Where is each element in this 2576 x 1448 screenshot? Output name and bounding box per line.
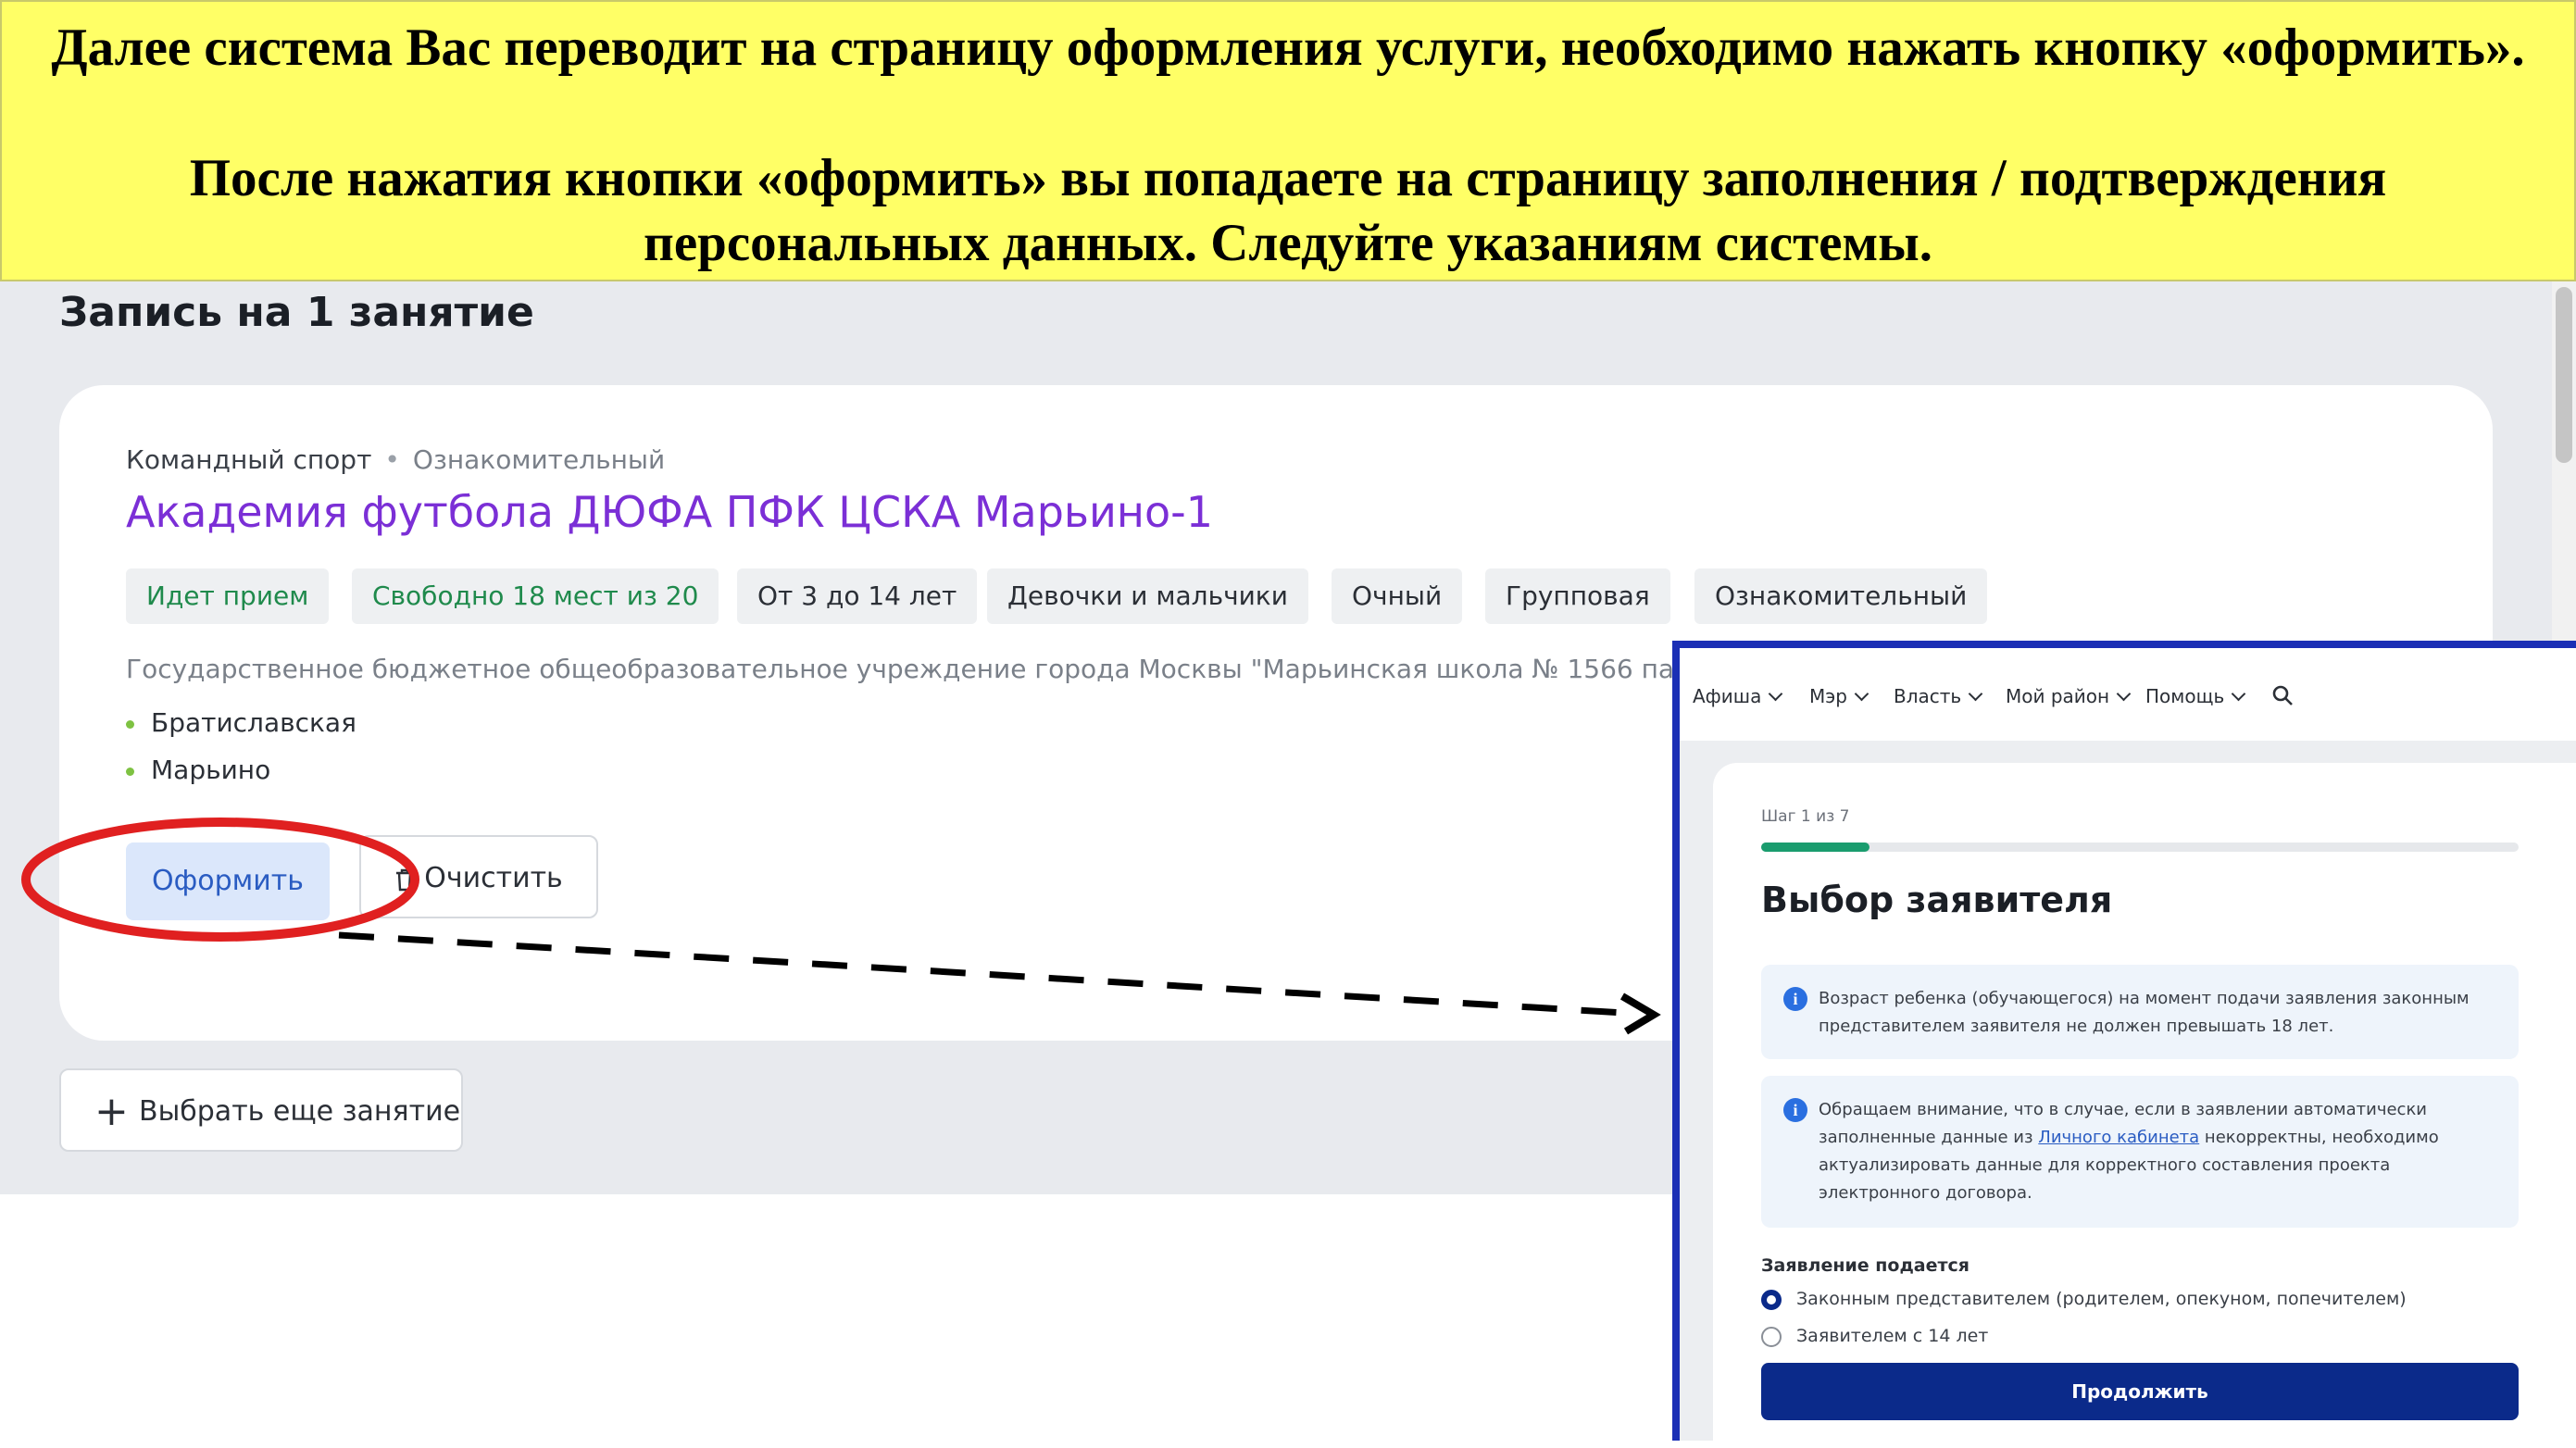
form-heading: Выбор заявителя [1761,880,2113,920]
activity-category: Командный спорт [126,444,372,475]
metro-bullet-icon [126,767,134,776]
tag-intro: Ознакомительный [1694,568,1988,624]
plus-icon: + [94,1088,129,1135]
meta-separator: • [384,444,400,475]
radio-option-applicant-14[interactable]: Заявителем с 14 лет [1761,1326,1988,1347]
organization-name: Государственное бюджетное общеобразовате… [126,654,1672,684]
info-box-data: i Обращаем внимание, что в случае, если … [1761,1076,2519,1228]
page-title: Запись на 1 занятие [59,289,534,336]
metro-station-name: Марьино [151,755,271,785]
next-step-screenshot: Афиша Мэр Власть Мой район Помощь Шаг 1 … [1672,641,2576,1448]
activity-meta: Командный спорт • Ознакомительный [126,444,665,475]
instruction-line-2: После нажатия кнопки «оформить» вы попад… [189,149,2387,272]
submit-application-button[interactable]: Оформить [126,843,330,920]
radio-option-legal-representative[interactable]: Законным представителем (родителем, опек… [1761,1289,2407,1310]
metro-station-name: Братиславская [151,707,356,738]
clear-button-label: Очистить [424,862,563,894]
trash-icon [396,868,414,891]
info-icon: i [1783,1098,1807,1122]
personal-account-link[interactable]: Личного кабинета [2038,1128,2199,1147]
tag-group: Групповая [1485,568,1670,624]
scrollbar-thumb[interactable] [2556,287,2572,463]
nav-item-label: Афиша [1693,685,1762,707]
info-age-text: Возраст ребенка (обучающегося) на момент… [1819,989,2470,1036]
radio-option-label: Законным представителем (родителем, опек… [1796,1289,2407,1309]
continue-button[interactable]: Продолжить [1761,1363,2519,1420]
info-box-age: i Возраст ребенка (обучающегося) на моме… [1761,965,2519,1059]
nav-item-mayor[interactable]: Мэр [1809,685,1869,707]
instruction-banner: Далее система Вас переводит на страницу … [0,0,2576,281]
nav-item-help[interactable]: Помощь [2145,685,2246,707]
info-icon: i [1783,987,1807,1011]
step-progress-bar [1761,843,2519,852]
chevron-down-icon [1769,686,1783,702]
nav-item-afisha[interactable]: Афиша [1693,685,1783,707]
search-icon[interactable] [2270,683,2295,707]
metro-station: Марьино [126,755,270,785]
step-indicator: Шаг 1 из 7 [1761,807,1850,826]
step-progress-fill [1761,843,1869,852]
metro-station: Братиславская [126,707,356,738]
nav-item-my-district[interactable]: Мой район [2006,685,2132,707]
chevron-down-icon [2116,686,2132,702]
nav-item-label: Власть [1894,685,1962,707]
nav-item-government[interactable]: Власть [1894,685,1983,707]
chevron-down-icon [1854,686,1869,702]
instruction-line-1: Далее система Вас переводит на страницу … [51,19,2525,77]
chevron-down-icon [2231,686,2246,702]
radio-button[interactable] [1761,1326,1782,1347]
tag-status: Идет прием [126,568,330,624]
nav-item-label: Мой район [2006,685,2110,707]
applicant-form-card: Шаг 1 из 7 Выбор заявителя i Возраст реб… [1713,763,2576,1448]
add-another-label: Выбрать еще занятие [139,1095,461,1128]
radio-button-checked[interactable] [1761,1289,1782,1310]
add-another-activity-button[interactable]: + Выбрать еще занятие [59,1068,463,1152]
tag-seats: Свободно 18 мест из 20 [352,568,719,624]
radio-option-label: Заявителем с 14 лет [1796,1326,1989,1346]
tag-attendance: Очный [1332,568,1463,624]
tag-age: От 3 до 14 лет [737,568,978,624]
chevron-down-icon [1968,686,1983,702]
tag-gender: Девочки и мальчики [987,568,1308,624]
top-navigation: Афиша Мэр Власть Мой район Помощь [1680,648,2576,741]
activity-format: Ознакомительный [412,444,666,475]
metro-bullet-icon [126,719,134,729]
clear-button[interactable]: Очистить [359,835,598,918]
activity-title-link[interactable]: Академия футбола ДЮФА ПФК ЦСКА Марьино-1 [126,487,1213,537]
nav-item-label: Помощь [2145,685,2225,707]
applicant-type-label: Заявление подается [1761,1255,1970,1276]
nav-item-label: Мэр [1809,685,1847,707]
